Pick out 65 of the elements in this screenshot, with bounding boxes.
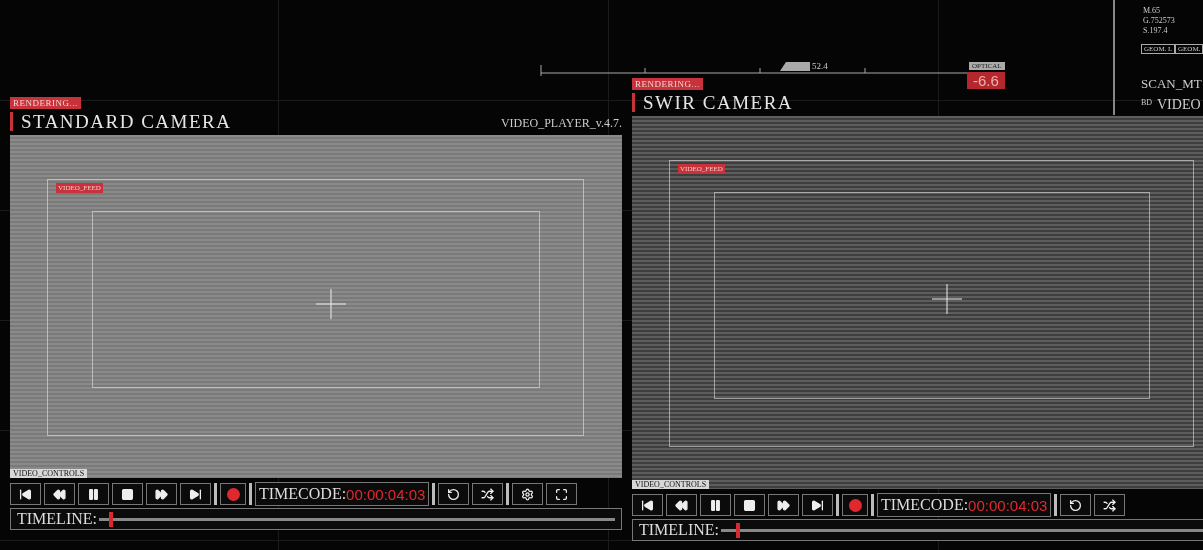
timecode-value: 00:00:04:03: [346, 485, 426, 503]
fast-forward-icon: [777, 498, 790, 512]
skip-forward-button[interactable]: [180, 483, 211, 505]
rewind-icon: [53, 487, 66, 501]
pause-button[interactable]: [700, 494, 731, 516]
pause-icon: [87, 487, 100, 501]
skip-forward-icon: [189, 487, 202, 501]
stop-icon: [121, 487, 134, 501]
stop-button[interactable]: [112, 483, 143, 505]
rewind-icon: [675, 498, 688, 512]
stop-icon: [743, 498, 756, 512]
rendering-tag: RENDERING...: [632, 78, 703, 90]
skip-back-button[interactable]: [10, 483, 41, 505]
skip-forward-button[interactable]: [802, 494, 833, 516]
timecode-value: 00:00:04:03: [968, 496, 1048, 514]
fullscreen-icon: [555, 487, 569, 501]
controls-tag: VIDEO_CONTROLS: [10, 469, 88, 478]
forward-button[interactable]: [146, 483, 177, 505]
shuffle-button[interactable]: [1094, 494, 1126, 516]
optical-value: -6.6: [967, 72, 1005, 89]
replay-icon: [447, 487, 461, 501]
crosshair-icon: [932, 283, 962, 314]
record-button[interactable]: [220, 483, 246, 505]
settings-icon: [521, 487, 535, 501]
crosshair-icon: [316, 289, 346, 320]
rendering-tag: RENDERING...: [10, 97, 81, 109]
pause-icon: [709, 498, 722, 512]
timeline-handle[interactable]: [736, 522, 741, 538]
readout-text: S.197.4: [1143, 26, 1168, 35]
timecode-label: TIMECODE:: [881, 496, 969, 514]
stop-button[interactable]: [734, 494, 765, 516]
scale-value: 52.4: [812, 61, 828, 71]
record-button[interactable]: [842, 494, 868, 516]
pause-button[interactable]: [78, 483, 109, 505]
shuffle-icon: [481, 487, 495, 501]
controls-tag: VIDEO_CONTROLS: [632, 480, 710, 489]
rewind-button[interactable]: [666, 494, 697, 516]
skip-back-icon: [19, 487, 32, 501]
skip-back-icon: [641, 498, 654, 512]
camera-title: STANDARD CAMERA: [10, 112, 232, 131]
timeline-label: TIMELINE:: [17, 510, 97, 528]
scan-label: SCAN_MT: [1141, 76, 1202, 92]
timeline-track[interactable]: [721, 522, 1203, 538]
skip-forward-icon: [811, 498, 824, 512]
player-version: VIDEO_PLAYER_v.4.7.: [500, 116, 622, 131]
fullscreen-button[interactable]: [546, 483, 578, 505]
rewind-button[interactable]: [44, 483, 75, 505]
readout-text: G.752573: [1143, 16, 1175, 25]
replay-icon: [1069, 498, 1083, 512]
forward-button[interactable]: [768, 494, 799, 516]
fast-forward-icon: [155, 487, 168, 501]
timeline-label: TIMELINE:: [639, 521, 719, 539]
scale-marker-icon: [780, 62, 810, 72]
video-prefix: BD: [1141, 98, 1153, 107]
timeline-handle[interactable]: [109, 511, 114, 527]
timecode-label: TIMECODE:: [259, 485, 347, 503]
replay-button[interactable]: [438, 483, 470, 505]
camera-title: SWIR CAMERA: [632, 93, 794, 112]
readout-text: M.65: [1143, 6, 1161, 15]
shuffle-icon: [1103, 498, 1117, 512]
video-label: VIDEO: [1157, 97, 1201, 113]
shuffle-button[interactable]: [472, 483, 504, 505]
replay-button[interactable]: [1060, 494, 1092, 516]
settings-button[interactable]: [512, 483, 544, 505]
skip-back-button[interactable]: [632, 494, 663, 516]
